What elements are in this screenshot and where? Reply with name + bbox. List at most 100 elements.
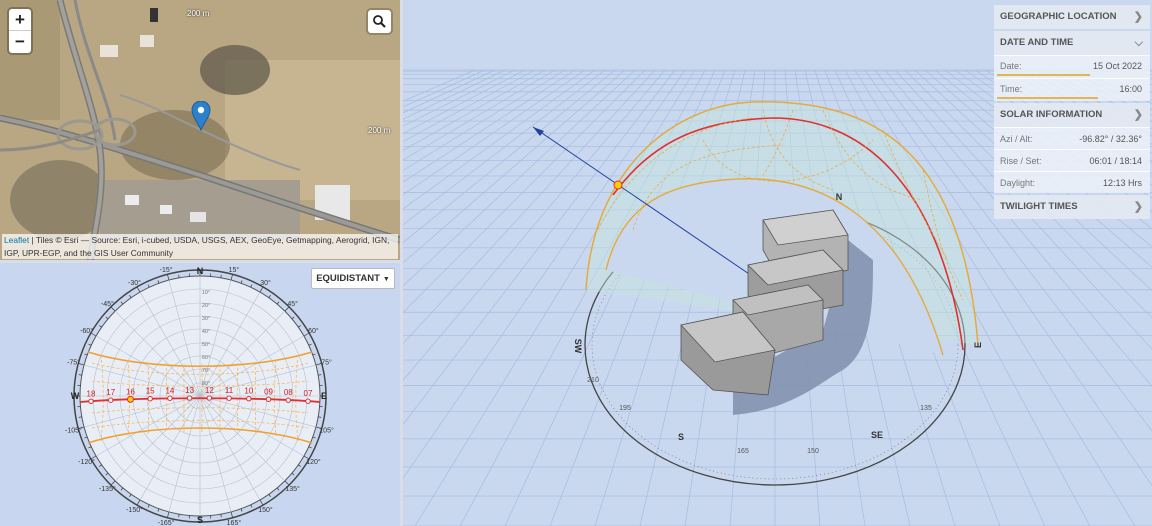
view3d-compass-s: S [678, 432, 684, 442]
daylight-label: Daylight: [1000, 178, 1036, 188]
rise-set-value: 06:01 / 18:14 [1089, 156, 1142, 166]
altitude-tick-label: 70° [202, 368, 210, 374]
hour-label: 12 [205, 386, 214, 395]
view3d-tick-label: 210 [587, 377, 599, 384]
time-slider[interactable] [997, 97, 1098, 99]
twilight-section-header[interactable]: TWILIGHT TIMES ❯ [994, 195, 1150, 219]
hour-label: 10 [244, 387, 253, 396]
azimuth-tick-label: 150° [258, 506, 273, 514]
compass-w: W [71, 391, 80, 401]
hour-marker [246, 395, 252, 402]
sun-path-diagram[interactable]: 18 17 16 15 14 13 12 11 10 09 08 07 N S W E -15° 15°… [0, 263, 400, 526]
chevron-right-icon: ❯ [1133, 11, 1143, 23]
hour-marker [226, 395, 232, 401]
hour-label: 08 [284, 388, 293, 397]
search-icon [373, 15, 386, 28]
azimuth-tick-label: -150° [126, 506, 143, 514]
azi-alt-label: Azi / Alt: [1000, 134, 1033, 144]
hour-label: 17 [106, 388, 115, 397]
location-map[interactable]: + − 200 m 200 m Leaflet | Tiles © Esri —… [0, 0, 400, 260]
azimuth-tick-label: 165° [227, 519, 242, 526]
geo-section-title: GEOGRAPHIC LOCATION [1000, 11, 1117, 22]
view3d-compass-sw: SW [573, 339, 583, 354]
altitude-tick-label: 10° [202, 290, 210, 296]
daylight-row: Daylight: 12:13 Hrs [994, 171, 1150, 193]
view3d-tick-label: 195 [619, 405, 631, 412]
hour-label: 15 [146, 387, 155, 396]
azimuth-tick-label: -120° [78, 458, 95, 466]
azimuth-tick-label: -105° [65, 426, 82, 434]
azi-alt-value: -96.82° / 32.36° [1079, 134, 1142, 144]
hour-marker [147, 395, 153, 402]
solar-section: SOLAR INFORMATION ❯ Azi / Alt: -96.82° /… [994, 103, 1150, 193]
caret-down-icon: ▼ [382, 276, 390, 283]
map-scale-label: 200 m [187, 9, 210, 18]
zoom-out-button[interactable]: − [9, 31, 31, 53]
map-pin-icon[interactable] [191, 101, 211, 131]
date-slider[interactable] [997, 74, 1091, 76]
hour-label: 16 [126, 387, 135, 396]
azimuth-tick-label: -165° [158, 519, 175, 526]
azimuth-tick-label: -60° [80, 327, 93, 335]
hour-label: 13 [185, 386, 194, 395]
hour-label: 11 [225, 386, 234, 395]
chevron-down-icon: ⌵ [1134, 37, 1143, 49]
date-label: Date: [1000, 61, 1022, 71]
compass-e: E [321, 391, 327, 401]
compass-s: S [197, 515, 203, 525]
hour-marker [265, 396, 272, 403]
azimuth-tick-label: 105° [319, 426, 334, 434]
altitude-tick-label: 30° [202, 316, 210, 322]
altitude-tick-label: 50° [202, 342, 210, 348]
rise-set-label: Rise / Set: [1000, 156, 1042, 166]
hour-label: 09 [264, 387, 273, 396]
hour-label: 07 [304, 389, 313, 398]
view3d-tick-label: 135 [920, 405, 932, 412]
datetime-section-header[interactable]: DATE AND TIME ⌵ [994, 31, 1150, 55]
time-value: 16:00 [1119, 84, 1142, 94]
azi-alt-row: Azi / Alt: -96.82° / 32.36° [994, 127, 1150, 149]
time-label: Time: [1000, 84, 1023, 94]
azimuth-tick-label: 120° [306, 458, 321, 466]
hour-marker [108, 397, 114, 403]
map-search-button[interactable] [368, 10, 391, 33]
view3d-tick-label: 150 [807, 448, 819, 455]
projection-dropdown[interactable]: EQUIDISTANT ▼ [311, 268, 395, 289]
date-value: 15 Oct 2022 [1092, 61, 1142, 71]
datetime-section: DATE AND TIME ⌵ Date: 15 Oct 2022 Time: … [994, 31, 1150, 101]
map-scale-label: 200 m [368, 126, 391, 135]
view3d-tick-label: 165 [737, 448, 749, 455]
leaflet-link[interactable]: Leaflet [4, 235, 29, 245]
azimuth-tick-label: -135° [99, 485, 116, 493]
hour-label: 14 [165, 386, 174, 395]
altitude-tick-label: 20° [202, 303, 210, 309]
hour-label: 18 [87, 389, 96, 398]
geo-section: GEOGRAPHIC LOCATION ❯ [994, 5, 1150, 29]
sun-path-app: + − 200 m 200 m Leaflet | Tiles © Esri —… [0, 0, 1152, 526]
hour-marker [186, 395, 193, 401]
altitude-tick-label: 60° [202, 355, 210, 361]
info-panel: GEOGRAPHIC LOCATION ❯ DATE AND TIME ⌵ Da… [994, 5, 1150, 221]
solar-section-header[interactable]: SOLAR INFORMATION ❯ [994, 103, 1150, 127]
azimuth-tick-label: 15° [229, 266, 240, 274]
azimuth-tick-label: 75° [321, 359, 332, 367]
zoom-in-button[interactable]: + [9, 9, 31, 31]
azimuth-tick-label: -45° [101, 300, 114, 308]
azimuth-tick-label: -15° [160, 266, 173, 274]
hour-marker [167, 395, 173, 401]
date-row[interactable]: Date: 15 Oct 2022 [994, 55, 1150, 78]
hour-marker [126, 395, 134, 403]
altitude-tick-label: 40° [202, 329, 210, 335]
altitude-tick-label: 80° [202, 381, 210, 387]
view3d-compass-n: N [836, 192, 843, 202]
hour-marker [206, 395, 213, 401]
rise-set-row: Rise / Set: 06:01 / 18:14 [994, 149, 1150, 171]
time-row[interactable]: Time: 16:00 [994, 78, 1150, 101]
hour-marker [285, 397, 291, 403]
twilight-section: TWILIGHT TIMES ❯ [994, 195, 1150, 219]
chevron-right-icon: ❯ [1133, 109, 1143, 121]
sun-path-chart: 18 17 16 15 14 13 12 11 10 09 08 07 N S W E -15° 15°… [0, 263, 400, 526]
azimuth-tick-label: 60° [308, 327, 319, 335]
projection-label: EQUIDISTANT [316, 273, 380, 284]
geo-section-header[interactable]: GEOGRAPHIC LOCATION ❯ [994, 5, 1150, 29]
